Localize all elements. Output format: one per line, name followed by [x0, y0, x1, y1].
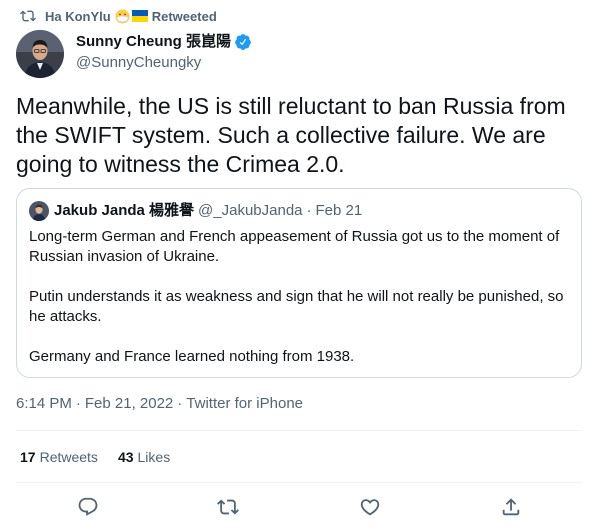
- tweet-date[interactable]: Feb 21, 2022: [85, 394, 173, 414]
- tweet-time[interactable]: 6:14 PM: [16, 394, 72, 414]
- ukraine-flag-icon: [131, 10, 148, 22]
- quoted-tweet-text: Long-term German and French appeasement …: [29, 227, 569, 367]
- retweet-context: Ha KonYlu Retweeted: [20, 6, 217, 26]
- retweet-button[interactable]: [216, 495, 240, 519]
- quoted-paragraph: Long-term German and French appeasement …: [29, 228, 560, 265]
- likes-count: 43: [117, 449, 134, 465]
- like-button[interactable]: [358, 495, 382, 519]
- quoted-tweet[interactable]: Jakub Janda 楊雅譽 @_JakubJanda · Feb 21 Lo…: [16, 188, 582, 378]
- retweeted-label: Retweeted: [151, 8, 217, 24]
- likes-stat[interactable]: 43 Likes: [118, 447, 170, 467]
- retweet-icon: [217, 499, 239, 515]
- quoted-author-handle[interactable]: @_JakubJanda: [198, 201, 302, 221]
- quoted-paragraph: Putin understands it as weakness and sig…: [29, 288, 564, 325]
- verified-badge-icon: [234, 33, 252, 51]
- quoted-author-name[interactable]: Jakub Janda 楊雅譽: [54, 201, 194, 221]
- quoted-paragraph: Germany and France learned nothing from …: [29, 348, 355, 365]
- quoted-date[interactable]: Feb 21: [316, 201, 363, 221]
- divider: [16, 430, 582, 431]
- face-with-medical-mask-icon: [115, 8, 130, 24]
- avatar[interactable]: [16, 30, 64, 78]
- retweets-label: Retweets: [39, 449, 98, 465]
- divider: [16, 482, 582, 483]
- action-bar: [0, 495, 598, 525]
- likes-label: Likes: [137, 449, 171, 465]
- tweet-author: Sunny Cheung 張崑陽 @SunnyCheungky: [16, 30, 252, 78]
- tweet-stats: 17 Retweets 43 Likes: [20, 447, 170, 467]
- author-name[interactable]: Sunny Cheung 張崑陽: [76, 32, 231, 52]
- tweet-source[interactable]: Twitter for iPhone: [186, 394, 303, 414]
- retweets-count: 17: [20, 449, 36, 465]
- retweets-stat[interactable]: 17 Retweets: [20, 447, 98, 467]
- retweet-small-icon: [20, 8, 36, 24]
- tweet-meta: 6:14 PM · Feb 21, 2022 · Twitter for iPh…: [16, 394, 303, 414]
- reply-button[interactable]: [76, 495, 100, 519]
- share-icon: [502, 498, 520, 516]
- meta-separator: ·: [177, 395, 183, 412]
- quoted-separator: ·: [306, 202, 312, 219]
- tweet-text: Meanwhile, the US is still reluctant to …: [16, 93, 566, 177]
- share-button[interactable]: [499, 495, 523, 519]
- author-handle[interactable]: @SunnyCheungky: [76, 53, 252, 73]
- retweeter-emojis: [115, 8, 148, 24]
- quoted-avatar: [29, 201, 49, 221]
- meta-separator: ·: [75, 395, 81, 412]
- retweeter-name[interactable]: Ha KonYlu: [45, 9, 111, 24]
- quoted-tweet-header: Jakub Janda 楊雅譽 @_JakubJanda · Feb 21: [29, 201, 362, 221]
- like-icon: [360, 499, 380, 516]
- reply-icon: [78, 497, 98, 516]
